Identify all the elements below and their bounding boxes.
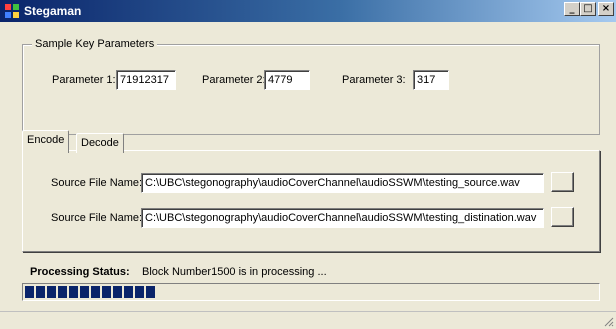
progress-block — [113, 286, 122, 298]
param1-input[interactable]: 71912317 — [116, 70, 176, 90]
progress-block — [69, 286, 78, 298]
browse-destination-button[interactable] — [551, 207, 574, 227]
tab-decode[interactable]: Decode — [76, 133, 124, 153]
tab-encode[interactable]: Encode — [22, 130, 70, 153]
source-file-input[interactable]: C:\UBC\stegonography\audioCoverChannel\a… — [141, 173, 544, 193]
processing-status-label: Processing Status: — [30, 266, 130, 278]
param2-input[interactable]: 4779 — [264, 70, 310, 90]
param3-input[interactable]: 317 — [413, 70, 449, 90]
progress-block — [146, 286, 155, 298]
processing-status-text: Block Number1500 is in processing ... — [142, 266, 327, 278]
title-bar[interactable]: Stegaman _ □ × — [0, 0, 616, 22]
group-label: Sample Key Parameters — [32, 38, 158, 50]
param2-label: Parameter 2: — [202, 74, 266, 86]
browse-source-button[interactable] — [551, 172, 574, 192]
destination-file-input[interactable]: C:\UBC\stegonography\audioCoverChannel\a… — [141, 208, 544, 228]
status-bar — [0, 311, 616, 329]
progress-fill — [25, 286, 597, 298]
progress-block — [124, 286, 133, 298]
minimize-button[interactable]: _ — [564, 2, 580, 16]
resize-grip-icon[interactable] — [602, 315, 614, 327]
destination-file-label: Source File Name: — [51, 212, 143, 224]
tab-panel — [22, 150, 600, 252]
progress-block — [58, 286, 67, 298]
progress-block — [47, 286, 56, 298]
param3-label: Parameter 3: — [342, 74, 406, 86]
progress-block — [91, 286, 100, 298]
progress-block — [25, 286, 34, 298]
progress-block — [36, 286, 45, 298]
maximize-button[interactable]: □ — [580, 2, 596, 16]
progress-block — [135, 286, 144, 298]
window-controls: _ □ × — [564, 2, 614, 18]
source-file-label: Source File Name: — [51, 177, 143, 189]
progress-bar — [22, 283, 600, 301]
progress-block — [102, 286, 111, 298]
progress-block — [80, 286, 89, 298]
window-title: Stegaman — [24, 4, 82, 18]
close-button[interactable]: × — [598, 2, 614, 16]
param1-label: Parameter 1: — [52, 74, 116, 86]
app-icon — [5, 4, 19, 18]
key-parameters-group — [22, 44, 600, 135]
